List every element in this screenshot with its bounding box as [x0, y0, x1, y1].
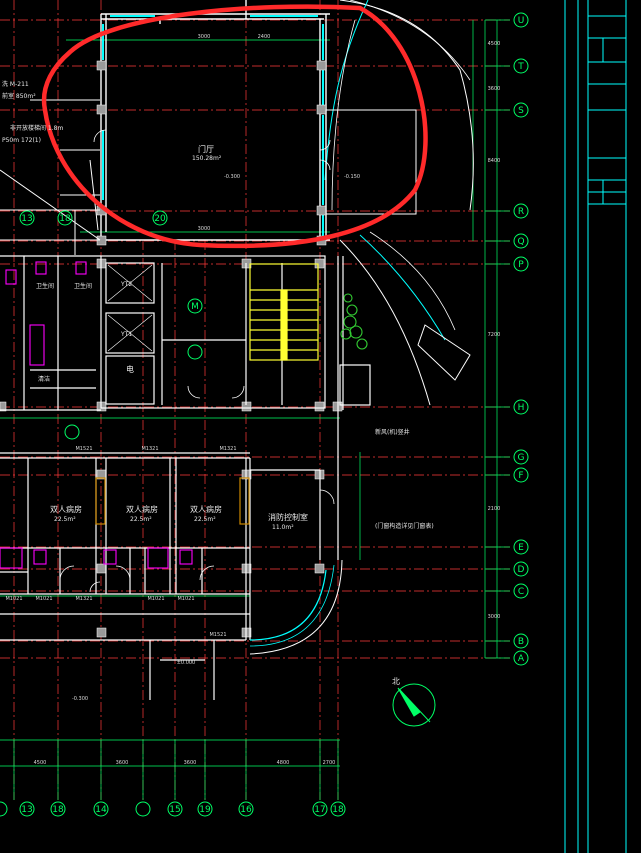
elev-mark-4: -0.300	[72, 696, 88, 702]
axis-label-S: S	[518, 106, 524, 116]
elev-mark-3: ±0.000	[177, 660, 196, 666]
axis-label-13-top: 13	[21, 214, 32, 224]
axis-label-Q: Q	[517, 237, 524, 247]
axis-label-C: C	[518, 587, 524, 597]
elev-mark-2: -0.150	[344, 174, 360, 180]
axis-label-R: R	[518, 207, 524, 217]
room-ward-2: 双人病房	[126, 504, 158, 514]
axis-label-15: 15	[169, 805, 180, 815]
room-lobby: 门厅	[198, 144, 214, 154]
room-ward-2-area: 22.5m²	[130, 516, 152, 523]
axis-label-T: T	[517, 62, 524, 72]
door-code-7: M1021	[147, 596, 164, 602]
door-code-5: M1021	[5, 596, 22, 602]
axis-label-19: 19	[199, 805, 211, 815]
dim-right-4: 7200	[488, 332, 501, 338]
cad-drawing-canvas[interactable]: 北 U T S R Q P H G F E D C B A 13 18 14 1…	[0, 0, 641, 853]
axis-label-H: H	[518, 403, 525, 413]
room-bath-1: 卫生间	[36, 282, 54, 290]
axis-label-D: D	[518, 565, 525, 575]
note-left-1: 洗 M-211	[2, 80, 29, 88]
door-code-8: M1021	[177, 596, 194, 602]
room-ward-1: 双人病房	[50, 504, 82, 514]
axis-label-20-top: 20	[154, 214, 166, 224]
dim-right-3: 8400	[488, 158, 501, 164]
note-left-3: 非开放楼梯间 1.8m	[10, 124, 63, 132]
room-clean: 清洁	[38, 375, 50, 383]
note-right-1: 新风(机)竖井	[375, 428, 410, 436]
room-lobby-area: 150.28m²	[192, 155, 222, 162]
axis-label-16: 16	[240, 805, 252, 815]
dim-bottom-5: 2700	[323, 760, 336, 766]
axis-label-U: U	[518, 16, 525, 26]
axis-label-14: 14	[95, 805, 107, 815]
dim-right-5: 2100	[488, 506, 501, 512]
room-elev-equipment: 电	[126, 364, 134, 374]
elev-mark-1: -0.300	[224, 174, 240, 180]
door-code-6: M1021	[35, 596, 52, 602]
room-ward-3-area: 22.5m²	[194, 516, 216, 523]
note-right-2: (门窗构造详见门窗表)	[375, 522, 434, 530]
room-elev-1: YT1	[120, 331, 132, 338]
dim-bottom-1: 4500	[34, 760, 47, 766]
door-code-4: M1321	[75, 596, 92, 602]
axis-label-G: G	[518, 453, 525, 463]
room-fire-control-area: 11.0m²	[272, 524, 294, 531]
axis-label-13: 13	[21, 805, 32, 815]
room-fire-control: 消防控制室	[268, 512, 308, 522]
axis-label-17: 17	[314, 805, 325, 815]
axis-label-18-top: 18	[59, 214, 71, 224]
axis-label-P: P	[518, 260, 524, 270]
compass-label: 北	[392, 677, 400, 686]
room-ward-3: 双人病房	[190, 504, 222, 514]
door-code-9: M1521	[209, 632, 226, 638]
room-shaft: YT2	[120, 281, 132, 288]
dim-bottom-3: 3600	[184, 760, 197, 766]
dim-top-1: 3000	[198, 34, 211, 40]
note-left-4: P50m 172(1)	[2, 137, 41, 144]
dim-bottom-2: 3600	[116, 760, 129, 766]
dim-top-3: 3000	[198, 226, 211, 232]
door-code-2: M1321	[141, 446, 158, 452]
axis-label-F: F	[518, 471, 523, 481]
dim-right-2: 3600	[488, 86, 501, 92]
room-ward-1-area: 22.5m²	[54, 516, 76, 523]
dim-right-6: 3000	[488, 614, 501, 620]
dim-top-2: 2400	[258, 34, 271, 40]
axis-label-B: B	[518, 637, 524, 647]
door-code-1: M1521	[75, 446, 92, 452]
door-code-3: M1321	[219, 446, 236, 452]
axis-label-18b: 18	[332, 805, 344, 815]
note-left-2: 前室 850m²	[2, 92, 36, 100]
axis-label-E: E	[518, 543, 524, 553]
room-bath-2: 卫生间	[74, 282, 92, 290]
axis-label-A: A	[518, 654, 525, 664]
axis-label-M: M	[191, 302, 199, 312]
dim-bottom-4: 4800	[277, 760, 290, 766]
axis-label-18a: 18	[52, 805, 64, 815]
dim-right-1: 4500	[488, 41, 501, 47]
